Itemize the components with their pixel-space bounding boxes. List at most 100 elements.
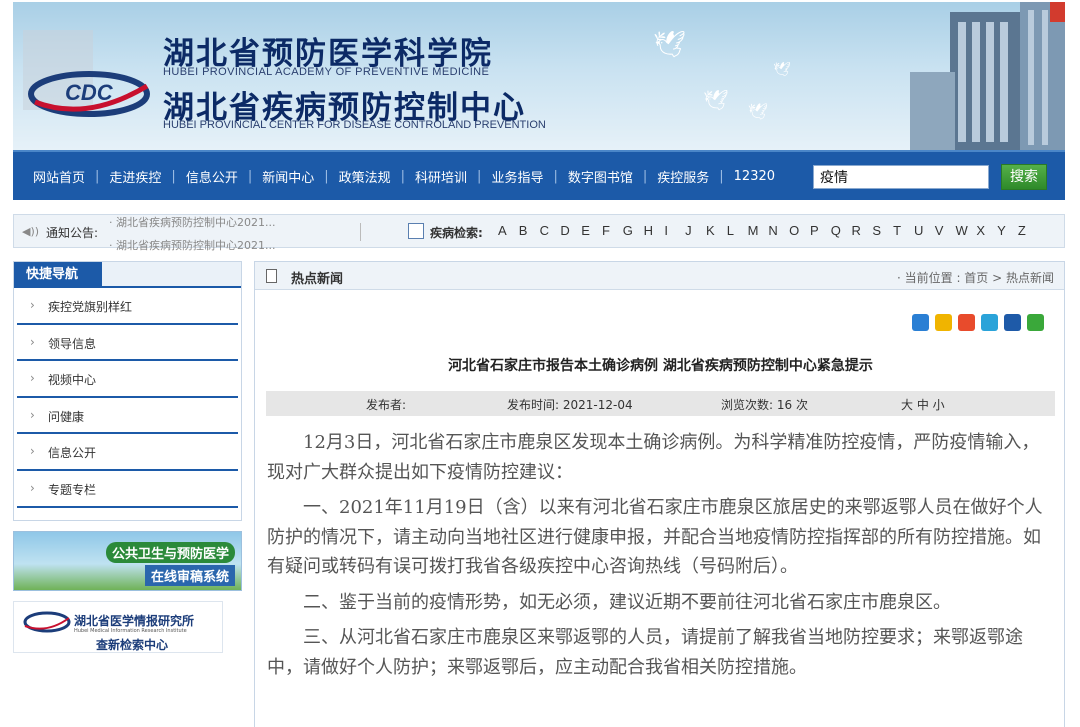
letter-link[interactable]: R [852,223,873,238]
main-navigation: 网站首页 | 走进疾控 | 信息公开 | 新闻中心 | 政策法规 | 科研培训 | 业务指导 | 数字图书馆… [13,150,1065,200]
article-paragraph: 三、从河北省石家庄市鹿泉区来鄂返鄂的人员，请提前了解我省当地防控要求；来鄂返鄂途… [267,627,1023,678]
letter-link[interactable]: H [644,223,665,238]
nav-item[interactable]: 走进疾控 [99,167,171,186]
sidebar-item[interactable]: › 视频中心 [17,361,238,398]
letter-link[interactable]: N [768,223,789,238]
nav-item[interactable]: 12320 [724,169,785,184]
letter-link[interactable]: U [914,223,935,238]
review-system-banner[interactable]: 公共卫生与预防医学 在线审稿系统 [13,531,242,591]
font-size-toggle[interactable]: 大 中 小 [901,396,945,413]
letter-link[interactable]: Y [997,223,1018,238]
edit-document-icon [408,223,424,239]
sidebar-item-label: 疾控党旗别样红 [48,300,133,314]
breadcrumb[interactable]: · 当前位置 : 首页 > 热点新闻 [897,269,1054,286]
letter-link[interactable]: F [602,223,623,238]
article-meta: 发布者: 发布时间: 2021-12-04 浏览次数: 16 次 大 中 小 [266,391,1055,416]
nav-item[interactable]: 政策法规 [329,167,401,186]
sidebar-item[interactable]: › 专题专栏 [17,471,238,508]
sidebar-item[interactable]: › 领导信息 [17,325,238,362]
sidebar-item-label: 视频中心 [48,373,97,388]
dove-icon: 🕊 [748,102,769,121]
article-title: 河北省石家庄市报告本土确诊病例 湖北省疾病预防控制中心紧急提示 [448,358,873,374]
dove-icon: 🕊 [773,62,791,78]
disease-search-label: 疾病检索: [430,226,483,240]
letter-link[interactable]: Z [1018,223,1039,238]
share-weibo-icon[interactable] [958,314,975,331]
banner-subtitle-academy: HUBEI PROVINCIAL ACADEMY OF PREVENTIVE M… [163,66,490,78]
notice-item[interactable]: · 湖北省疾病预防控制中心2021... [109,237,309,253]
letter-link[interactable]: G [623,223,644,238]
banner-subtitle-cdc: HUBEI PROVINCIAL CENTER FOR DISEASE CONT… [163,119,546,131]
chevron-right-icon: › [30,298,35,312]
sidebar-item-label: 问健康 [48,409,85,424]
chevron-right-icon: › [30,371,35,386]
letter-link[interactable]: M [748,223,769,238]
nav-item[interactable]: 数字图书馆 [558,167,643,186]
nav-item[interactable]: 信息公开 [176,167,248,186]
section-title: 热点新闻 [291,272,344,287]
meta-views: 浏览次数: 16 次 [721,398,808,412]
letter-link[interactable]: L [727,223,748,238]
share-tencent-icon[interactable] [981,314,998,331]
letter-link[interactable]: I [664,223,685,238]
letter-link[interactable]: Q [831,223,852,238]
search-input[interactable] [813,165,989,189]
letter-link[interactable]: K [706,223,727,238]
nav-item[interactable]: 科研培训 [405,167,477,186]
share-more-icon[interactable] [912,314,929,331]
letter-link[interactable]: V [935,223,956,238]
sidebar-item[interactable]: › 疾控党旗别样红 [17,288,238,325]
nav-item[interactable]: 网站首页 [23,167,95,186]
cdc-logo-icon: CDC [28,71,150,117]
dove-icon: 🕊 [703,88,729,112]
article-panel: 热点新闻 · 当前位置 : 首页 > 热点新闻 河北省石家庄市报告本土确诊病例 … [254,261,1065,727]
quick-nav-sidebar: 快捷导航 › 疾控党旗别样红 › 领导信息 › 视频中心 › 问健康 › 信息公开 › 专题专栏 [13,261,242,521]
letter-link[interactable]: P [810,223,831,238]
alphabet-index: ABCDEFGHIJKLMNOPQRSTUVWXYZ [498,223,1039,238]
letter-link[interactable]: W [956,223,977,238]
meta-time: 发布时间: 2021-12-04 [507,398,633,412]
sidebar-item[interactable]: › 信息公开 [17,434,238,471]
chevron-right-icon: › [30,480,35,495]
notice-bar: ◀)) 通知公告: · 湖北省疾病预防控制中心2021... · 湖北省疾病预防… [13,214,1065,252]
search-button[interactable]: 搜索 [1001,164,1047,190]
letter-link[interactable]: A [498,223,519,238]
info-institute-banner[interactable]: 湖北省医学情报研究所 Hubei Medical Information Res… [13,601,223,653]
letter-link[interactable]: B [519,223,540,238]
article-paragraph: 12月3日，河北省石家庄市鹿泉区发现本土确诊病例。为科学精准防控疫情，严防疫情输… [267,432,1040,483]
sidebar-item-label: 信息公开 [48,446,97,461]
institute-name-en: Hubei Medical Information Research Insti… [74,628,187,634]
share-wechat-icon[interactable] [1027,314,1044,331]
notice-label: 通知公告: [46,226,99,240]
sidebar-header: 快捷导航 [14,262,241,288]
letter-link[interactable]: J [685,223,706,238]
article-paragraph: 二、鉴于当前的疫情形势，如无必须，建议近期不要前往河北省石家庄市鹿泉区。 [303,591,951,613]
nav-menu: 网站首页 | 走进疾控 | 信息公开 | 新闻中心 | 政策法规 | 科研培训 | 业务指导 | 数字图书馆… [23,152,785,200]
letter-link[interactable]: X [976,223,997,238]
notice-item[interactable]: · 湖北省疾病预防控制中心2021... [109,214,309,230]
chevron-right-icon: › [30,407,35,422]
nav-item[interactable]: 新闻中心 [252,167,324,186]
speaker-icon: ◀)) [22,225,40,238]
letter-link[interactable]: T [893,223,914,238]
nav-item[interactable]: 疾控服务 [647,167,719,186]
letter-link[interactable]: D [560,223,581,238]
letter-link[interactable]: E [581,223,602,238]
sidebar-title: 快捷导航 [14,262,102,288]
banner-text: 公共卫生与预防医学 [105,542,235,563]
letter-link[interactable]: C [540,223,561,238]
sidebar-item-label: 领导信息 [48,336,97,351]
sidebar-list: › 疾控党旗别样红 › 领导信息 › 视频中心 › 问健康 › 信息公开 › 专题专栏 [14,288,241,508]
share-renren-icon[interactable] [1004,314,1021,331]
institute-name: 湖北省医学情报研究所 [74,614,195,628]
sidebar-item[interactable]: › 问健康 [17,398,238,435]
building-illustration [910,2,1065,150]
article-panel-header: 热点新闻 · 当前位置 : 首页 > 热点新闻 [255,262,1064,290]
svg-text:CDC: CDC [65,80,114,105]
letter-link[interactable]: S [872,223,893,238]
letter-link[interactable]: O [789,223,810,238]
header-banner: CDC 湖北省预防医学科学院 HUBEI PROVINCIAL ACADEMY … [13,2,1065,150]
nav-item[interactable]: 业务指导 [481,167,553,186]
share-qzone-icon[interactable] [935,314,952,331]
institute-sub: 查新检索中心 [96,638,169,652]
